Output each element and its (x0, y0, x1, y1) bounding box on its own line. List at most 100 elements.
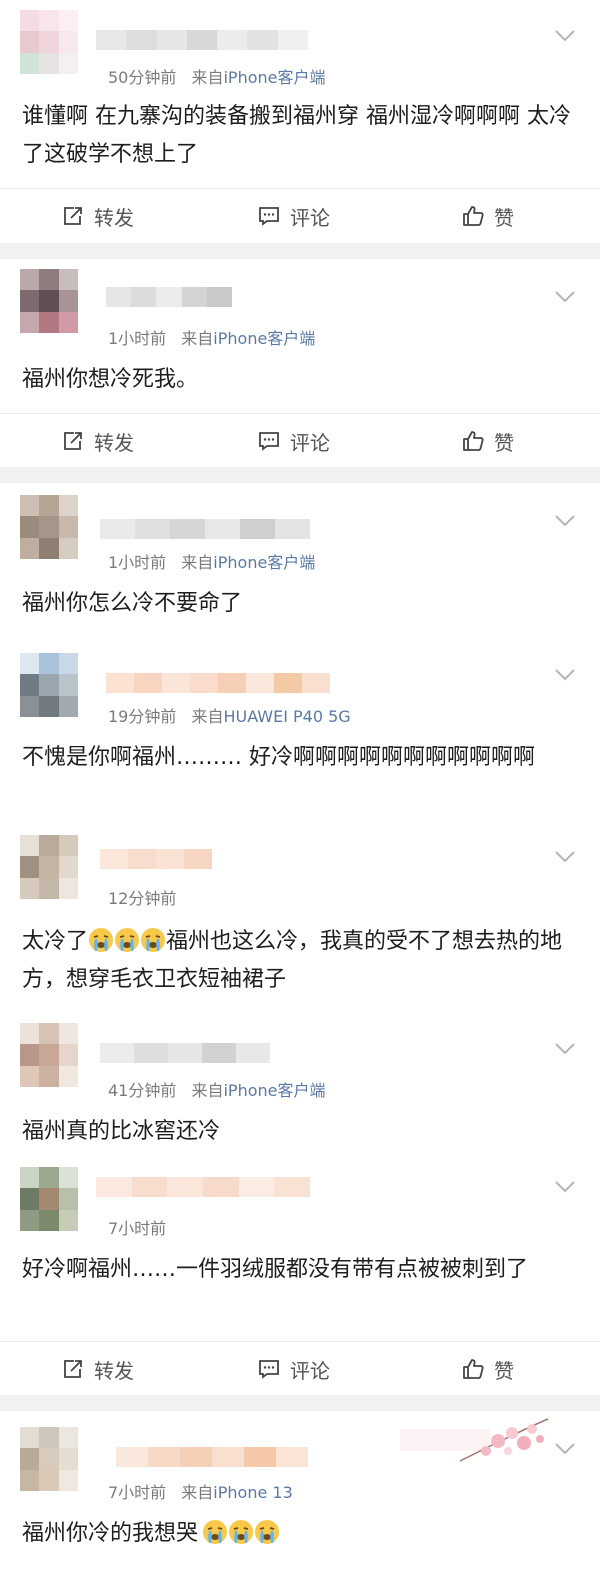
separator (0, 243, 600, 259)
username-blurred[interactable] (106, 287, 233, 307)
action-bar: 转发 评论 赞 (0, 413, 600, 468)
comment-card: 41分钟前 来自iPhone客户端 福州真的比冰窖还冷 (0, 1013, 600, 1161)
post-time: 1小时前 (108, 329, 167, 348)
avatar[interactable] (20, 10, 78, 74)
post-card: 7小时前 好冷啊福州……一件羽绒服都没有带有点被被刺到了 转发 评论 赞 (0, 1161, 600, 1395)
chevron-down-icon[interactable] (554, 668, 576, 682)
post-meta: 1小时前 来自iPhone客户端 (108, 549, 315, 573)
thumbs-up-icon (463, 431, 484, 451)
post-meta: 12分钟前 (108, 885, 176, 909)
thumbs-up-icon (463, 1359, 484, 1379)
post-time: 1小时前 (108, 553, 167, 572)
username-blurred[interactable] (100, 1043, 270, 1063)
repost-button[interactable]: 转发 (62, 189, 134, 243)
comment-button[interactable]: 评论 (258, 1342, 330, 1396)
chevron-down-icon[interactable] (554, 1180, 576, 1194)
source-prefix: 来自 (191, 707, 224, 726)
repost-label: 转发 (94, 430, 134, 455)
crying-emoji-icon (115, 928, 140, 952)
source-device[interactable]: iPhone客户端 (223, 1081, 325, 1100)
like-label: 赞 (494, 430, 514, 455)
comment-card: 19分钟前 来自HUAWEI P40 5G 不愧是你啊福州……… 好冷啊啊啊啊啊… (0, 633, 600, 813)
like-button[interactable]: 赞 (462, 189, 514, 243)
username-blurred[interactable] (100, 849, 212, 869)
avatar[interactable] (20, 1427, 78, 1491)
comment-card: 1小时前 来自iPhone客户端 福州你怎么冷不要命了 (0, 483, 600, 633)
source-prefix: 来自 (181, 329, 214, 348)
username-blurred[interactable] (116, 1447, 308, 1467)
separator (0, 1395, 600, 1411)
username-blurred[interactable] (106, 673, 330, 693)
post-text-start: 太冷了 (22, 929, 89, 954)
username-blurred[interactable] (96, 30, 308, 50)
chevron-down-icon[interactable] (554, 1042, 576, 1056)
like-button[interactable]: 赞 (462, 414, 514, 468)
chevron-down-icon[interactable] (554, 850, 576, 864)
post-meta: 1小时前 来自iPhone客户端 (108, 325, 315, 349)
username-blurred[interactable] (100, 519, 310, 539)
post-text: 福州你怎么冷不要命了 (22, 591, 243, 616)
crying-emoji-icon (255, 1520, 280, 1544)
source-prefix: 来自 (181, 553, 214, 572)
post-card: 50分钟前 来自iPhone客户端 谁懂啊 在九寨沟的装备搬到福州穿 福州湿冷啊… (0, 0, 600, 243)
comment-label: 评论 (290, 205, 330, 230)
chevron-down-icon[interactable] (554, 290, 576, 304)
post-meta: 7小时前 (108, 1215, 166, 1239)
comment-button[interactable]: 评论 (258, 414, 330, 468)
comment-icon (259, 432, 279, 451)
post-meta: 41分钟前 来自iPhone客户端 (108, 1077, 326, 1101)
post-time: 19分钟前 (108, 707, 177, 726)
repost-label: 转发 (94, 205, 134, 230)
post-meta: 50分钟前 来自iPhone客户端 (108, 64, 326, 88)
post-time: 50分钟前 (108, 68, 177, 87)
avatar[interactable] (20, 653, 78, 717)
crying-emoji-icon (203, 1520, 228, 1544)
separator (0, 467, 600, 483)
post-text-start: 福州你冷的我想哭 (22, 1521, 199, 1546)
comment-label: 评论 (290, 1358, 330, 1383)
repost-button[interactable]: 转发 (62, 1342, 134, 1396)
post-text: 谁懂啊 在九寨沟的装备搬到福州穿 福州湿冷啊啊啊 太冷了这破学不想上了 (22, 104, 571, 167)
comment-label: 评论 (290, 430, 330, 455)
avatar[interactable] (20, 495, 78, 559)
post-meta: 19分钟前 来自HUAWEI P40 5G (108, 703, 351, 727)
avatar[interactable] (20, 1167, 78, 1231)
post-time: 12分钟前 (108, 889, 177, 908)
comment-icon (259, 1360, 279, 1379)
like-button[interactable]: 赞 (462, 1342, 514, 1396)
source-device[interactable]: iPhone客户端 (213, 329, 315, 348)
repost-icon (64, 432, 82, 450)
source-device[interactable]: iPhone客户端 (213, 553, 315, 572)
post-card: 7小时前 来自iPhone 13 福州你冷的我想哭 (0, 1411, 600, 1583)
action-bar: 转发 评论 赞 (0, 188, 600, 243)
avatar[interactable] (20, 835, 78, 899)
post-time: 41分钟前 (108, 1081, 177, 1100)
cherry-blossom-decoration (400, 1418, 549, 1462)
post-text: 太冷了 福州也这么冷，我真的受不了想去热的地方，想穿毛衣卫衣短袖裙子 (22, 923, 582, 999)
crying-emoji-icon (141, 928, 166, 952)
comment-card: 12分钟前 太冷了 福州也这么冷，我真的受不了想去热的地方，想穿毛衣卫衣短袖裙子 (0, 813, 600, 1013)
source-device[interactable]: HUAWEI P40 5G (223, 707, 350, 726)
post-text: 福州真的比冰窖还冷 (22, 1119, 221, 1144)
repost-icon (64, 207, 82, 225)
source-device[interactable]: iPhone 13 (213, 1483, 292, 1502)
avatar[interactable] (20, 269, 78, 333)
chevron-down-icon[interactable] (554, 514, 576, 528)
source-device[interactable]: iPhone客户端 (223, 68, 325, 87)
repost-button[interactable]: 转发 (62, 414, 134, 468)
like-label: 赞 (494, 1358, 514, 1383)
thumbs-up-icon (463, 206, 484, 226)
repost-label: 转发 (94, 1358, 134, 1383)
chevron-down-icon[interactable] (554, 1442, 576, 1456)
source-prefix: 来自 (181, 1483, 214, 1502)
post-meta: 7小时前 来自iPhone 13 (108, 1479, 293, 1503)
chevron-down-icon[interactable] (554, 29, 576, 43)
action-bar: 转发 评论 赞 (0, 1341, 600, 1396)
post-text: 福州你想冷死我。 (22, 367, 199, 392)
avatar[interactable] (20, 1023, 78, 1087)
post-text: 不愧是你啊福州……… 好冷啊啊啊啊啊啊啊啊啊啊啊 (22, 745, 535, 770)
comment-button[interactable]: 评论 (258, 189, 330, 243)
post-time: 7小时前 (108, 1483, 167, 1502)
username-blurred[interactable] (96, 1177, 311, 1197)
crying-emoji-icon (229, 1520, 254, 1544)
